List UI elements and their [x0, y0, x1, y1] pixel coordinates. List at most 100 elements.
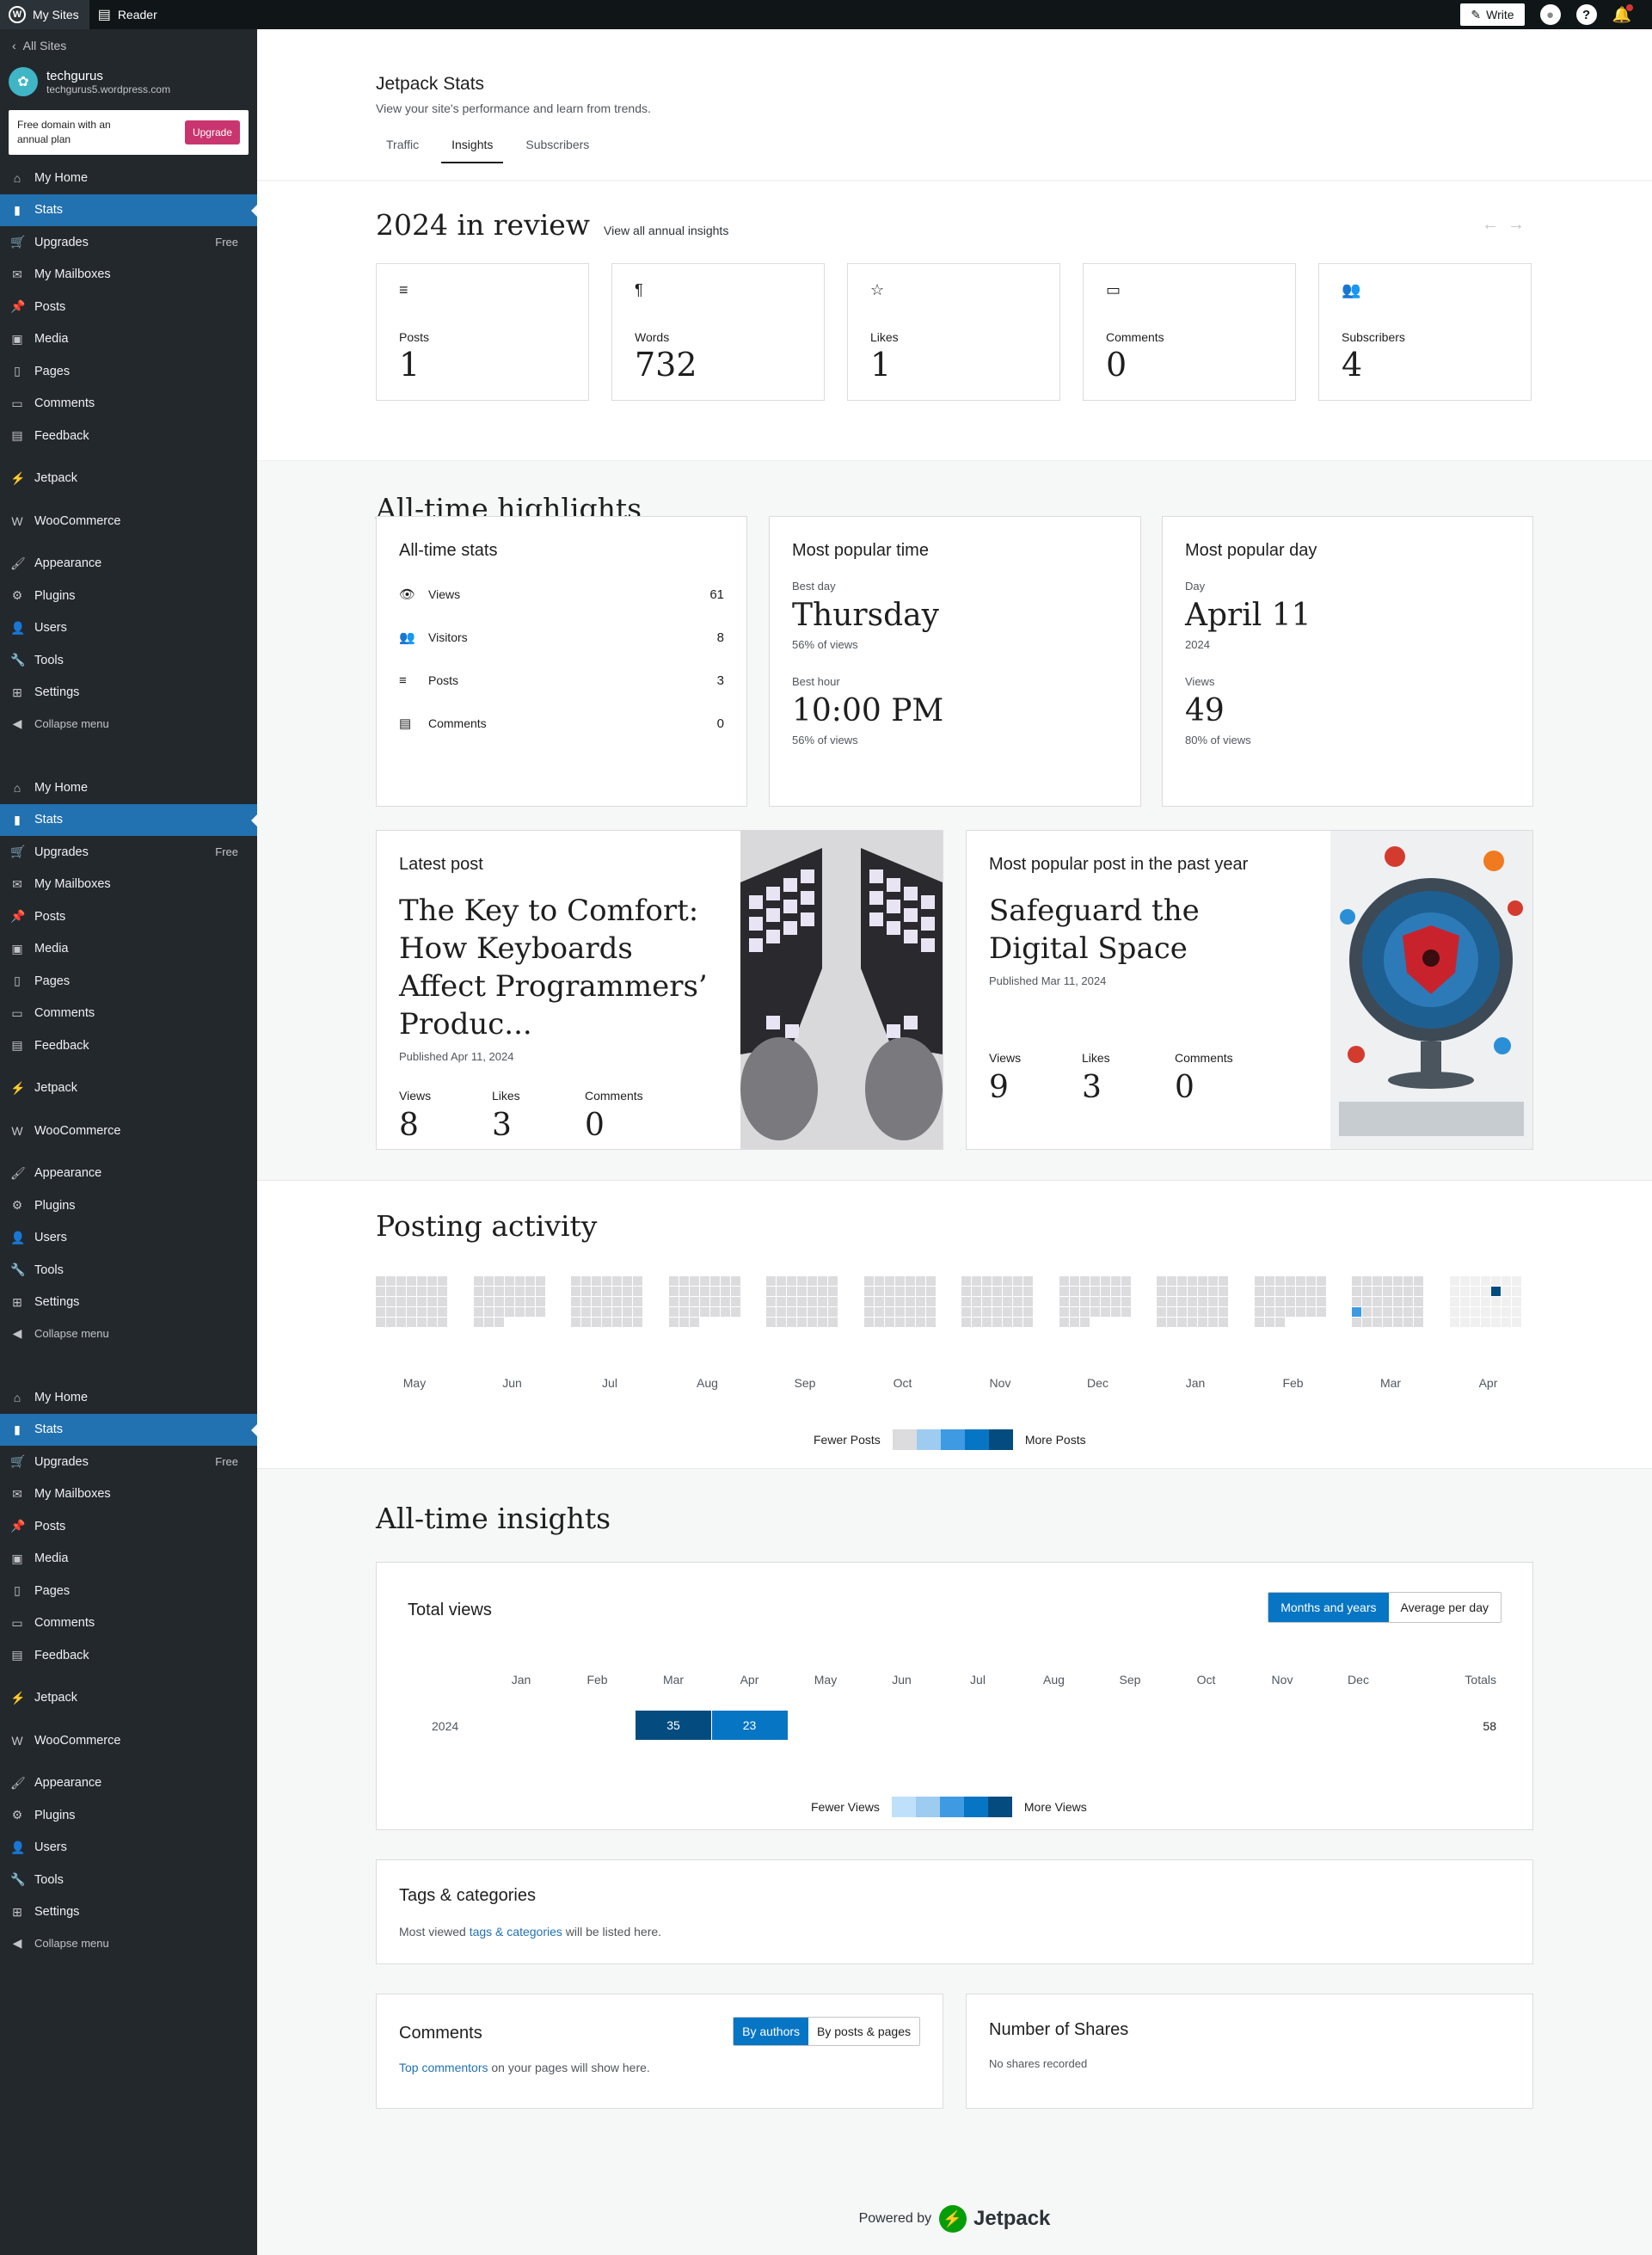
sidebar-item-appearance[interactable]: 🖌 Appearance	[0, 1767, 257, 1800]
help-icon[interactable]: ?	[1575, 4, 1597, 25]
sidebar-item-posts[interactable]: 📌 Posts	[0, 291, 257, 323]
posting-day-cell	[494, 1297, 504, 1306]
tab-insights[interactable]: Insights	[441, 138, 504, 163]
posting-day-cell	[1449, 1307, 1459, 1317]
sidebar-item-stats[interactable]: ▮ Stats	[0, 803, 257, 836]
latest-post-title[interactable]: The Key to Comfort: How Keyboards Affect…	[399, 892, 726, 1043]
sidebar-item-media[interactable]: ▣ Media	[0, 323, 257, 356]
average-per-day-button[interactable]: Average per day	[1388, 1593, 1501, 1622]
by-authors-button[interactable]: By authors	[734, 2018, 809, 2045]
sidebar-item-pages[interactable]: ▯ Pages	[0, 355, 257, 388]
posting-day-cell	[777, 1297, 786, 1306]
sidebar-item-jetpack[interactable]: ⚡ Jetpack	[0, 463, 257, 495]
posting-day-cell	[376, 1297, 385, 1306]
sidebar-item-woocommerce[interactable]: W WooCommerce	[0, 505, 257, 538]
notifications-icon[interactable]: 🔔	[1612, 3, 1633, 24]
all-sites-link[interactable]: ‹ All Sites	[0, 29, 257, 62]
sidebar-item-feedback[interactable]: ▤ Feedback	[0, 1029, 257, 1062]
sidebar-item-comments[interactable]: ▭ Comments	[0, 1607, 257, 1640]
reader-button[interactable]: ▤ Reader	[89, 0, 168, 29]
sidebar-item-settings[interactable]: ⊞ Settings	[0, 677, 257, 710]
sidebar-item-users[interactable]: 👤 Users	[0, 1832, 257, 1865]
popular-post-title[interactable]: Safeguard the Digital Space	[989, 892, 1299, 968]
sidebar-item-label: Pages	[34, 364, 71, 378]
sidebar-item-plugins[interactable]: ⚙ Plugins	[0, 1799, 257, 1832]
sidebar-item-my-mailboxes[interactable]: ✉ My Mailboxes	[0, 1478, 257, 1511]
sidebar-item-label: My Mailboxes	[34, 1487, 111, 1502]
sidebar-item-comments[interactable]: ▭ Comments	[0, 388, 257, 421]
avatar[interactable]: ●	[1539, 4, 1561, 25]
posting-day-cell	[504, 1276, 514, 1286]
sidebar-item-jetpack[interactable]: ⚡ Jetpack	[0, 1682, 257, 1715]
sidebar-item-my-home[interactable]: ⌂ My Home	[0, 162, 257, 194]
sidebar-item-pages[interactable]: ▯ Pages	[0, 965, 257, 998]
sidebar-item-users[interactable]: 👤 Users	[0, 1222, 257, 1255]
sidebar-item-feedback[interactable]: ▤ Feedback	[0, 420, 257, 452]
sidebar-item-woocommerce[interactable]: W WooCommerce	[0, 1115, 257, 1147]
sidebar-item-upgrades[interactable]: 🛒 Upgrades Free	[0, 226, 257, 259]
sidebar-item-posts[interactable]: 📌 Posts	[0, 1510, 257, 1543]
sidebar-item-collapse-menu[interactable]: ◀ Collapse menu	[0, 1318, 257, 1349]
sidebar-item-my-mailboxes[interactable]: ✉ My Mailboxes	[0, 869, 257, 901]
sidebar-item-label: Media	[34, 1551, 69, 1566]
sidebar-item-upgrades[interactable]: 🛒 Upgrades Free	[0, 1446, 257, 1478]
sidebar-item-label: Media	[34, 332, 69, 347]
sidebar-item-stats[interactable]: ▮ Stats	[0, 1413, 257, 1446]
months-years-button[interactable]: Months and years	[1268, 1593, 1389, 1622]
sidebar-item-settings[interactable]: ⊞ Settings	[0, 1287, 257, 1319]
sidebar-item-upgrades[interactable]: 🛒 Upgrades Free	[0, 836, 257, 869]
by-posts-pages-button[interactable]: By posts & pages	[808, 2018, 919, 2045]
sidebar-item-appearance[interactable]: 🖌 Appearance	[0, 1158, 257, 1190]
sidebar-item-plugins[interactable]: ⚙ Plugins	[0, 580, 257, 612]
sidebar-item-my-home[interactable]: ⌂ My Home	[0, 1381, 257, 1414]
posting-day-cell	[483, 1287, 494, 1296]
sidebar-item-tools[interactable]: 🔧 Tools	[0, 1864, 257, 1896]
posting-day-cell	[679, 1307, 689, 1317]
posting-day-cell	[1157, 1287, 1166, 1296]
sidebar-item-users[interactable]: 👤 Users	[0, 612, 257, 645]
sidebar-item-posts[interactable]: 📌 Posts	[0, 900, 257, 933]
posting-day-cell	[894, 1297, 905, 1306]
my-sites-button[interactable]: W My Sites	[0, 0, 89, 29]
sidebar-item-comments[interactable]: ▭ Comments	[0, 998, 257, 1030]
sidebar-item-my-home[interactable]: ⌂ My Home	[0, 771, 257, 804]
sidebar-item-label: Feedback	[34, 1038, 89, 1053]
tags-categories-link[interactable]: tags & categories	[470, 1925, 562, 1939]
posting-day-cell	[1305, 1276, 1316, 1286]
view-annual-insights-link[interactable]: View all annual insights	[604, 224, 728, 237]
sidebar-item-plugins[interactable]: ⚙ Plugins	[0, 1189, 257, 1222]
sidebar-item-media[interactable]: ▣ Media	[0, 933, 257, 966]
site-switcher[interactable]: ✿ techgurus techgurus5.wordpress.com	[0, 62, 257, 101]
upgrades-icon: 🛒	[10, 845, 26, 859]
latest-post-card[interactable]: Latest post The Key to Comfort: How Keyb…	[376, 830, 943, 1150]
posting-day-cell	[535, 1297, 545, 1306]
sidebar-item-woocommerce[interactable]: W WooCommerce	[0, 1724, 257, 1757]
posting-day-cell	[777, 1276, 786, 1286]
review-nav-arrows[interactable]: ←→	[1482, 215, 1533, 235]
sidebar-item-appearance[interactable]: 🖌 Appearance	[0, 548, 257, 581]
sidebar-item-tools[interactable]: 🔧 Tools	[0, 644, 257, 677]
sidebar-item-collapse-menu[interactable]: ◀ Collapse menu	[0, 709, 257, 739]
tab-traffic[interactable]: Traffic	[376, 138, 429, 163]
sidebar-item-settings[interactable]: ⊞ Settings	[0, 1896, 257, 1929]
sidebar-item-media[interactable]: ▣ Media	[0, 1543, 257, 1576]
posting-day-cell	[514, 1287, 525, 1296]
sidebar-item-jetpack[interactable]: ⚡ Jetpack	[0, 1072, 257, 1105]
posting-day-cell	[1003, 1297, 1012, 1306]
sidebar-item-tools[interactable]: 🔧 Tools	[0, 1254, 257, 1287]
sidebar-item-my-mailboxes[interactable]: ✉ My Mailboxes	[0, 259, 257, 292]
sidebar-item-collapse-menu[interactable]: ◀ Collapse menu	[0, 1928, 257, 1958]
sidebar-item-feedback[interactable]: ▤ Feedback	[0, 1639, 257, 1672]
write-button[interactable]: ✎ Write	[1460, 3, 1525, 26]
sidebar-item-stats[interactable]: ▮ Stats	[0, 194, 257, 226]
upgrade-button[interactable]: Upgrade	[184, 120, 240, 144]
sidebar-item-label: Plugins	[34, 588, 76, 603]
top-commentors-link[interactable]: Top commentors	[399, 2061, 488, 2074]
tab-subscribers[interactable]: Subscribers	[515, 138, 599, 163]
posting-day-cell	[1003, 1318, 1012, 1327]
month-header: Jul	[970, 1673, 986, 1687]
stats-icon: ▮	[14, 1422, 21, 1436]
popular-views-label: Views	[989, 1051, 1022, 1065]
popular-post-card[interactable]: Most popular post in the past year Safeg…	[966, 830, 1533, 1150]
sidebar-item-pages[interactable]: ▯ Pages	[0, 1575, 257, 1607]
